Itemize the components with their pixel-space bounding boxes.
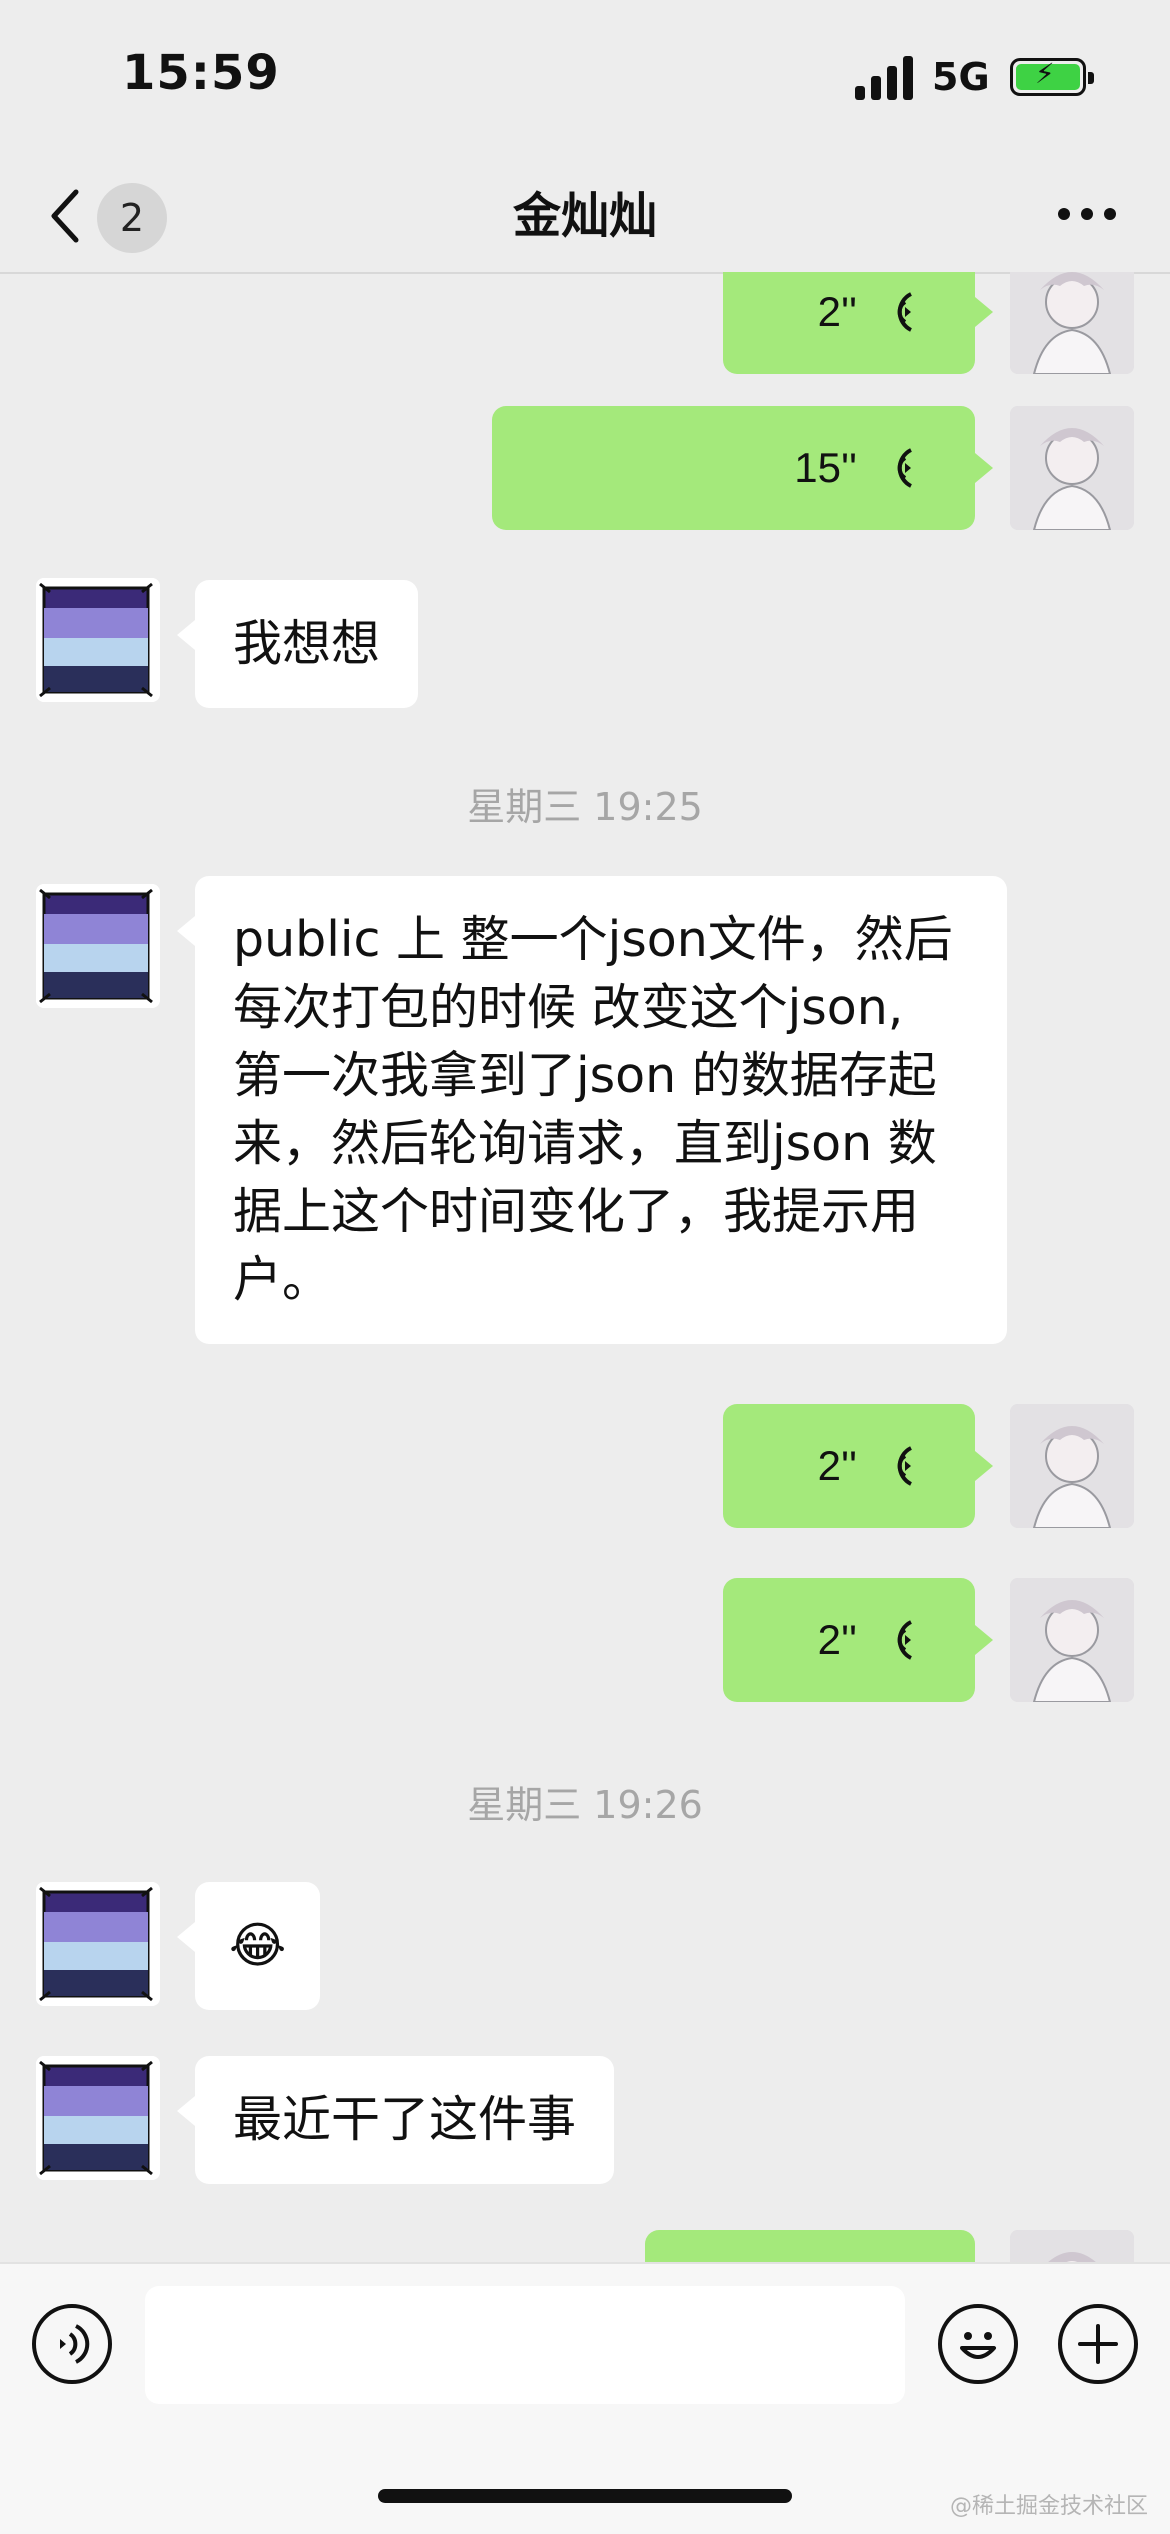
voice-duration: 2'' [817,1442,857,1489]
chat-timestamp: 星期三 19:25 [467,785,703,829]
message-text: 我想想 [233,615,381,672]
text-bubble[interactable]: public 上 整一个json文件，然后 每次打包的时候 改变这个json, … [177,876,1007,1344]
contact-avatar[interactable] [36,2056,160,2180]
message-voice-sent: 2'' [0,272,1170,374]
voice-bubble[interactable] [645,2230,975,2262]
nav-bar: 2 金灿灿 [0,160,1170,274]
plus-icon[interactable] [1058,2304,1138,2384]
voice-duration: 2'' [817,288,857,335]
chat-timestamp: 星期三 19:26 [467,1783,703,1827]
laughing-tears-emoji: 😂 [229,1917,287,1974]
voice-duration: 15'' [794,444,857,491]
text-bubble[interactable]: 最近干了这件事 [176,2056,615,2184]
voice-bubble[interactable]: 2'' [723,1578,993,1702]
emoji-bubble[interactable]: 😂 [176,1882,321,2010]
emoji-face-icon[interactable] [938,2304,1018,2384]
message-voice-sent: 2'' [0,1404,1170,1528]
message-voice-sent: 2'' [0,1578,1170,1702]
my-avatar[interactable] [1010,2230,1134,2262]
my-avatar[interactable] [1010,406,1134,530]
message-line: public 上 整一个json文件，然后 [233,911,953,968]
contact-avatar[interactable] [36,578,160,702]
more-dots-icon[interactable] [1058,208,1116,224]
voice-wave-icon [897,1620,912,1660]
voice-toggle-icon[interactable] [32,2304,112,2384]
message-line: 来，然后轮询请求，直到json 数 [233,1115,937,1172]
message-voice-sent: 15'' [0,406,1170,530]
message-voice-sent [0,2230,1170,2262]
message-text-received: 最近干了这件事 [0,2056,1170,2184]
message-line: 户。 [233,1251,332,1308]
message-text-received: public 上 整一个json文件，然后 每次打包的时候 改变这个json, … [0,876,1170,1364]
chat-area[interactable]: 2'' 15'' 我想想 星期三 19:25 public 上 整一个json文… [0,272,1170,2262]
message-emoji-received: 😂 [0,1882,1170,2010]
message-text-received: 我想想 [0,578,1170,708]
message-line: 第一次我拿到了json 的数据存起 [233,1047,937,1104]
contact-avatar[interactable] [36,884,160,1008]
voice-bubble[interactable]: 15'' [492,406,993,530]
voice-duration: 2'' [817,1616,857,1663]
voice-wave-icon [897,448,912,488]
message-input[interactable] [145,2286,905,2404]
network-type: 5G [932,55,990,99]
my-avatar[interactable] [1010,1578,1134,1702]
watermark: @稀土掘金技术社区 [949,2494,1148,2519]
input-bar: @稀土掘金技术社区 [0,2262,1170,2534]
message-line: 每次打包的时候 改变这个json, [233,979,904,1036]
status-bar: 15:59 5G ⚡ [0,0,1170,160]
battery-charging-icon: ⚡ [1010,58,1094,96]
message-line: 据上这个时间变化了，我提示用 [233,1183,920,1240]
voice-bubble[interactable]: 2'' [723,272,993,374]
contact-avatar[interactable] [36,1882,160,2006]
my-avatar[interactable] [1010,1404,1134,1528]
voice-wave-icon [897,292,912,332]
my-avatar[interactable] [1010,272,1134,374]
status-time: 15:59 [122,45,280,101]
chat-title: 金灿灿 [512,188,657,244]
home-indicator[interactable] [378,2489,792,2503]
voice-wave-icon [897,1446,912,1486]
signal-bars-icon [855,56,915,100]
message-text: 最近干了这件事 [233,2091,577,2148]
text-bubble[interactable]: 我想想 [176,580,419,708]
voice-bubble[interactable]: 2'' [723,1404,993,1528]
